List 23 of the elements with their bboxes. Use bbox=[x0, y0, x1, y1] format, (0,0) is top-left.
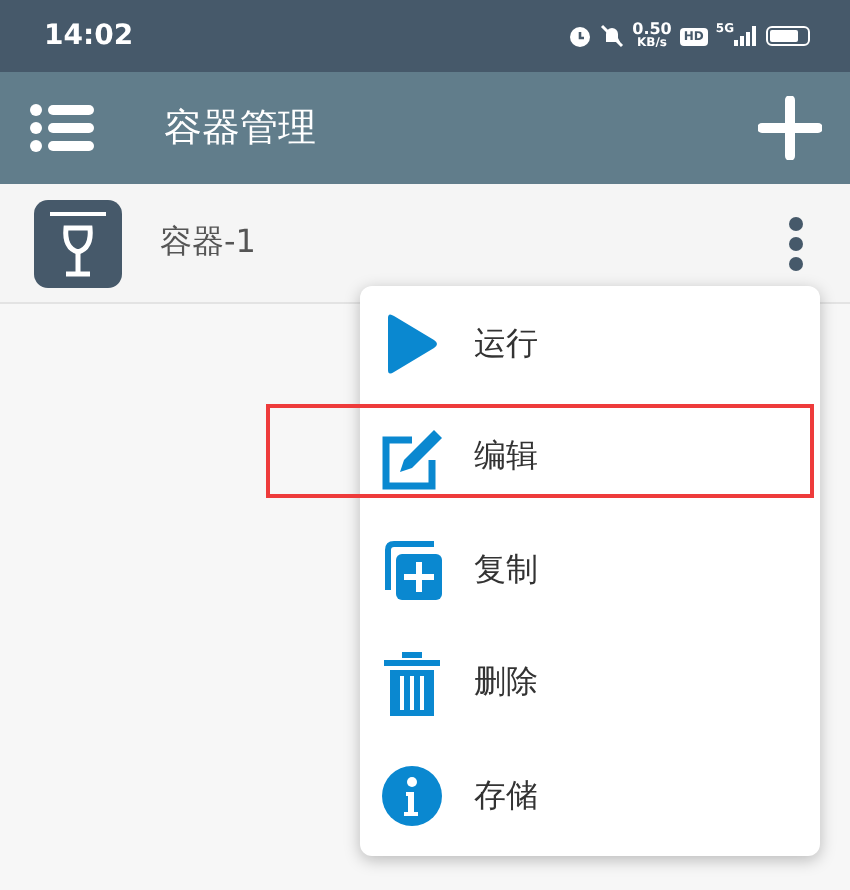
menu-button[interactable] bbox=[28, 102, 96, 154]
menu-item[interactable]: 编辑 bbox=[360, 401, 820, 514]
play-icon bbox=[384, 314, 440, 375]
copy-icon bbox=[380, 538, 444, 603]
battery-icon bbox=[766, 26, 810, 46]
clock: 14:02 bbox=[44, 20, 136, 52]
muted-bell-icon bbox=[600, 24, 625, 48]
menu-item[interactable]: 删除 bbox=[360, 627, 820, 740]
info-icon bbox=[380, 764, 444, 829]
menu-item[interactable]: 存储 bbox=[360, 740, 820, 853]
menu-icon bbox=[28, 102, 96, 154]
add-button[interactable] bbox=[758, 96, 822, 160]
alarm-icon bbox=[568, 24, 593, 48]
menu-item[interactable]: 复制 bbox=[360, 514, 820, 627]
container-name: 容器-1 bbox=[160, 222, 258, 264]
signal-icon bbox=[734, 26, 758, 46]
page-title: 容器管理 bbox=[164, 104, 318, 154]
trash-icon bbox=[382, 651, 442, 716]
plus-icon bbox=[758, 96, 822, 160]
more-icon bbox=[786, 215, 806, 271]
edit-icon bbox=[380, 425, 444, 490]
more-button[interactable] bbox=[786, 215, 806, 271]
wine-glass-box-icon bbox=[34, 199, 122, 287]
